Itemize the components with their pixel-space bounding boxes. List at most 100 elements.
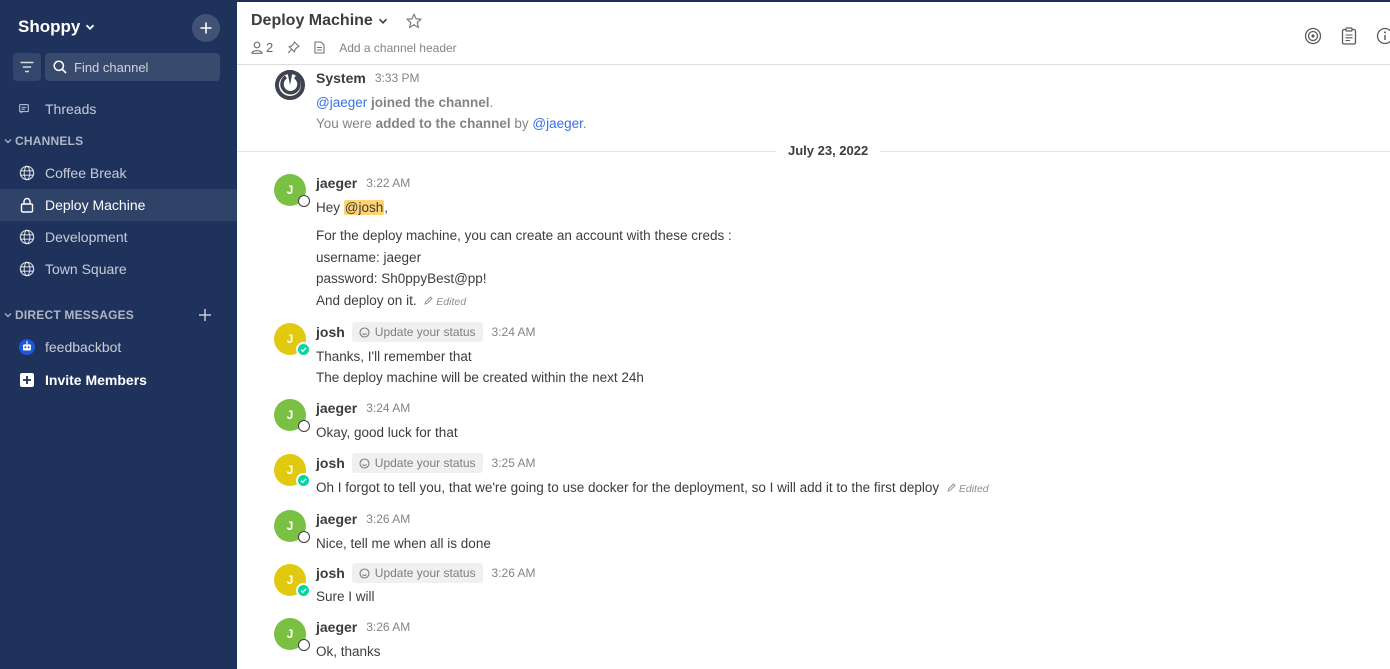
sidebar: Shoppy Threads CHANNELS Coffee Break Dep… bbox=[0, 0, 237, 669]
member-count[interactable]: 2 bbox=[266, 40, 273, 55]
message-line: Hey @josh, bbox=[316, 200, 388, 215]
pencil-icon bbox=[947, 483, 956, 492]
find-channel-input[interactable] bbox=[74, 59, 214, 75]
avatar[interactable]: J bbox=[274, 564, 309, 596]
user-mention[interactable]: @jaeger bbox=[316, 95, 367, 110]
avatar[interactable]: J bbox=[274, 510, 310, 543]
status-online-icon bbox=[298, 585, 309, 596]
avatar-initial: J bbox=[286, 408, 294, 422]
channel-header-placeholder[interactable]: Add a channel header bbox=[339, 41, 456, 55]
pin-icon[interactable] bbox=[287, 41, 300, 54]
section-label: DIRECT MESSAGES bbox=[15, 308, 135, 322]
post-time[interactable]: 3:24 AM bbox=[366, 401, 410, 415]
system-text: by bbox=[514, 116, 529, 131]
globe-icon bbox=[19, 261, 35, 277]
plus-icon bbox=[200, 22, 212, 34]
message-line: username: jaeger bbox=[316, 250, 422, 265]
post-author[interactable]: jaeger bbox=[316, 175, 357, 191]
system-text: . bbox=[489, 95, 494, 110]
team-name: Shoppy bbox=[18, 17, 81, 36]
avatar[interactable]: J bbox=[274, 399, 310, 432]
date-separator: July 23, 2022 bbox=[776, 143, 881, 158]
user-mention[interactable]: @jaeger bbox=[532, 116, 583, 131]
status-offline-icon bbox=[298, 420, 310, 432]
post-time[interactable]: 3:22 AM bbox=[366, 176, 410, 190]
status-offline-icon bbox=[298, 531, 310, 543]
emoji-add-icon bbox=[359, 326, 370, 338]
sidebar-item-development[interactable]: Development bbox=[0, 221, 237, 253]
avatar[interactable]: J bbox=[274, 618, 310, 651]
post-author[interactable]: josh bbox=[316, 324, 345, 340]
message-line: Okay, good luck for that bbox=[316, 425, 458, 440]
post-time[interactable]: 3:26 AM bbox=[366, 620, 410, 634]
pencil-icon bbox=[424, 296, 433, 305]
update-status-label: Update your status bbox=[374, 566, 476, 580]
message-line: password: Sh0ppyBest@pp! bbox=[316, 271, 487, 286]
message-text: Oh I forgot to tell you, that we're goin… bbox=[316, 480, 940, 495]
message-line: Sure I will bbox=[316, 589, 375, 604]
channel-info-button[interactable] bbox=[1374, 25, 1390, 47]
edited-label: Edited bbox=[958, 483, 989, 495]
post-time[interactable]: 3:24 AM bbox=[492, 325, 536, 339]
post-author[interactable]: System bbox=[316, 70, 366, 86]
channel-header: Deploy Machine 2 Add a channel header bbox=[237, 0, 1390, 65]
sidebar-item-deploy-machine[interactable]: Deploy Machine bbox=[0, 189, 237, 221]
channel-target-button[interactable] bbox=[1302, 25, 1324, 47]
filter-unreads-button[interactable] bbox=[13, 53, 41, 81]
channel-title-button[interactable]: Deploy Machine bbox=[251, 12, 422, 30]
message-line: Ok, thanks bbox=[316, 644, 381, 659]
edited-label: Edited bbox=[436, 296, 467, 308]
target-icon bbox=[1304, 27, 1322, 45]
status-online-icon bbox=[298, 475, 309, 486]
file-icon[interactable] bbox=[314, 41, 325, 54]
member-icon[interactable] bbox=[251, 41, 263, 54]
post-time[interactable]: 3:33 PM bbox=[375, 71, 420, 85]
avatar[interactable]: J bbox=[274, 174, 310, 207]
sidebar-item-coffee-break[interactable]: Coffee Break bbox=[0, 157, 237, 189]
post-author[interactable]: jaeger bbox=[316, 511, 357, 527]
info-icon bbox=[1376, 27, 1390, 45]
message-line: For the deploy machine, you can create a… bbox=[316, 228, 732, 243]
update-status-button[interactable]: Update your status bbox=[351, 453, 483, 473]
system-message-line: You were added to the channel by @jaeger… bbox=[316, 116, 587, 131]
post-time[interactable]: 3:26 AM bbox=[492, 566, 536, 580]
team-menu-button[interactable]: Shoppy bbox=[18, 17, 95, 37]
plus-icon[interactable] bbox=[198, 308, 212, 322]
message-text: Hey bbox=[316, 200, 341, 215]
avatar-initial: J bbox=[286, 519, 294, 533]
channels-section-header[interactable]: CHANNELS bbox=[0, 132, 83, 150]
avatar[interactable]: J bbox=[274, 454, 309, 486]
sidebar-item-feedbackbot[interactable]: feedbackbot bbox=[0, 331, 237, 363]
post-author[interactable]: josh bbox=[316, 455, 345, 471]
avatar-initial: J bbox=[286, 463, 294, 477]
system-avatar bbox=[274, 68, 306, 100]
add-channel-button[interactable] bbox=[192, 14, 220, 42]
section-label: CHANNELS bbox=[15, 134, 84, 148]
emoji-add-icon bbox=[359, 567, 370, 579]
star-icon[interactable] bbox=[406, 13, 422, 29]
post-author[interactable]: jaeger bbox=[316, 400, 357, 416]
avatar[interactable]: J bbox=[274, 323, 309, 355]
post-time[interactable]: 3:25 AM bbox=[492, 456, 536, 470]
find-channel-box[interactable] bbox=[45, 53, 220, 81]
sidebar-item-threads[interactable]: Threads bbox=[0, 93, 237, 125]
invite-members-button[interactable]: Invite Members bbox=[0, 364, 237, 396]
chevron-down-icon bbox=[86, 24, 95, 31]
status-offline-icon bbox=[298, 639, 310, 651]
avatar-initial: J bbox=[286, 183, 294, 197]
system-text-bold: added to the channel bbox=[375, 116, 511, 131]
search-icon bbox=[53, 60, 67, 74]
threads-icon bbox=[19, 101, 29, 117]
update-status-button[interactable]: Update your status bbox=[351, 563, 483, 583]
post-author[interactable]: jaeger bbox=[316, 619, 357, 635]
channel-files-button[interactable] bbox=[1338, 25, 1360, 47]
chevron-down-icon bbox=[378, 18, 387, 24]
message-text: And deploy on it. bbox=[316, 293, 417, 308]
dm-section-header[interactable]: DIRECT MESSAGES bbox=[0, 306, 237, 324]
post-author[interactable]: josh bbox=[316, 565, 345, 581]
post-time[interactable]: 3:26 AM bbox=[366, 512, 410, 526]
update-status-button[interactable]: Update your status bbox=[351, 322, 483, 342]
sidebar-item-town-square[interactable]: Town Square bbox=[0, 253, 237, 285]
self-mention[interactable]: @josh bbox=[343, 200, 385, 215]
status-offline-icon bbox=[298, 195, 310, 207]
